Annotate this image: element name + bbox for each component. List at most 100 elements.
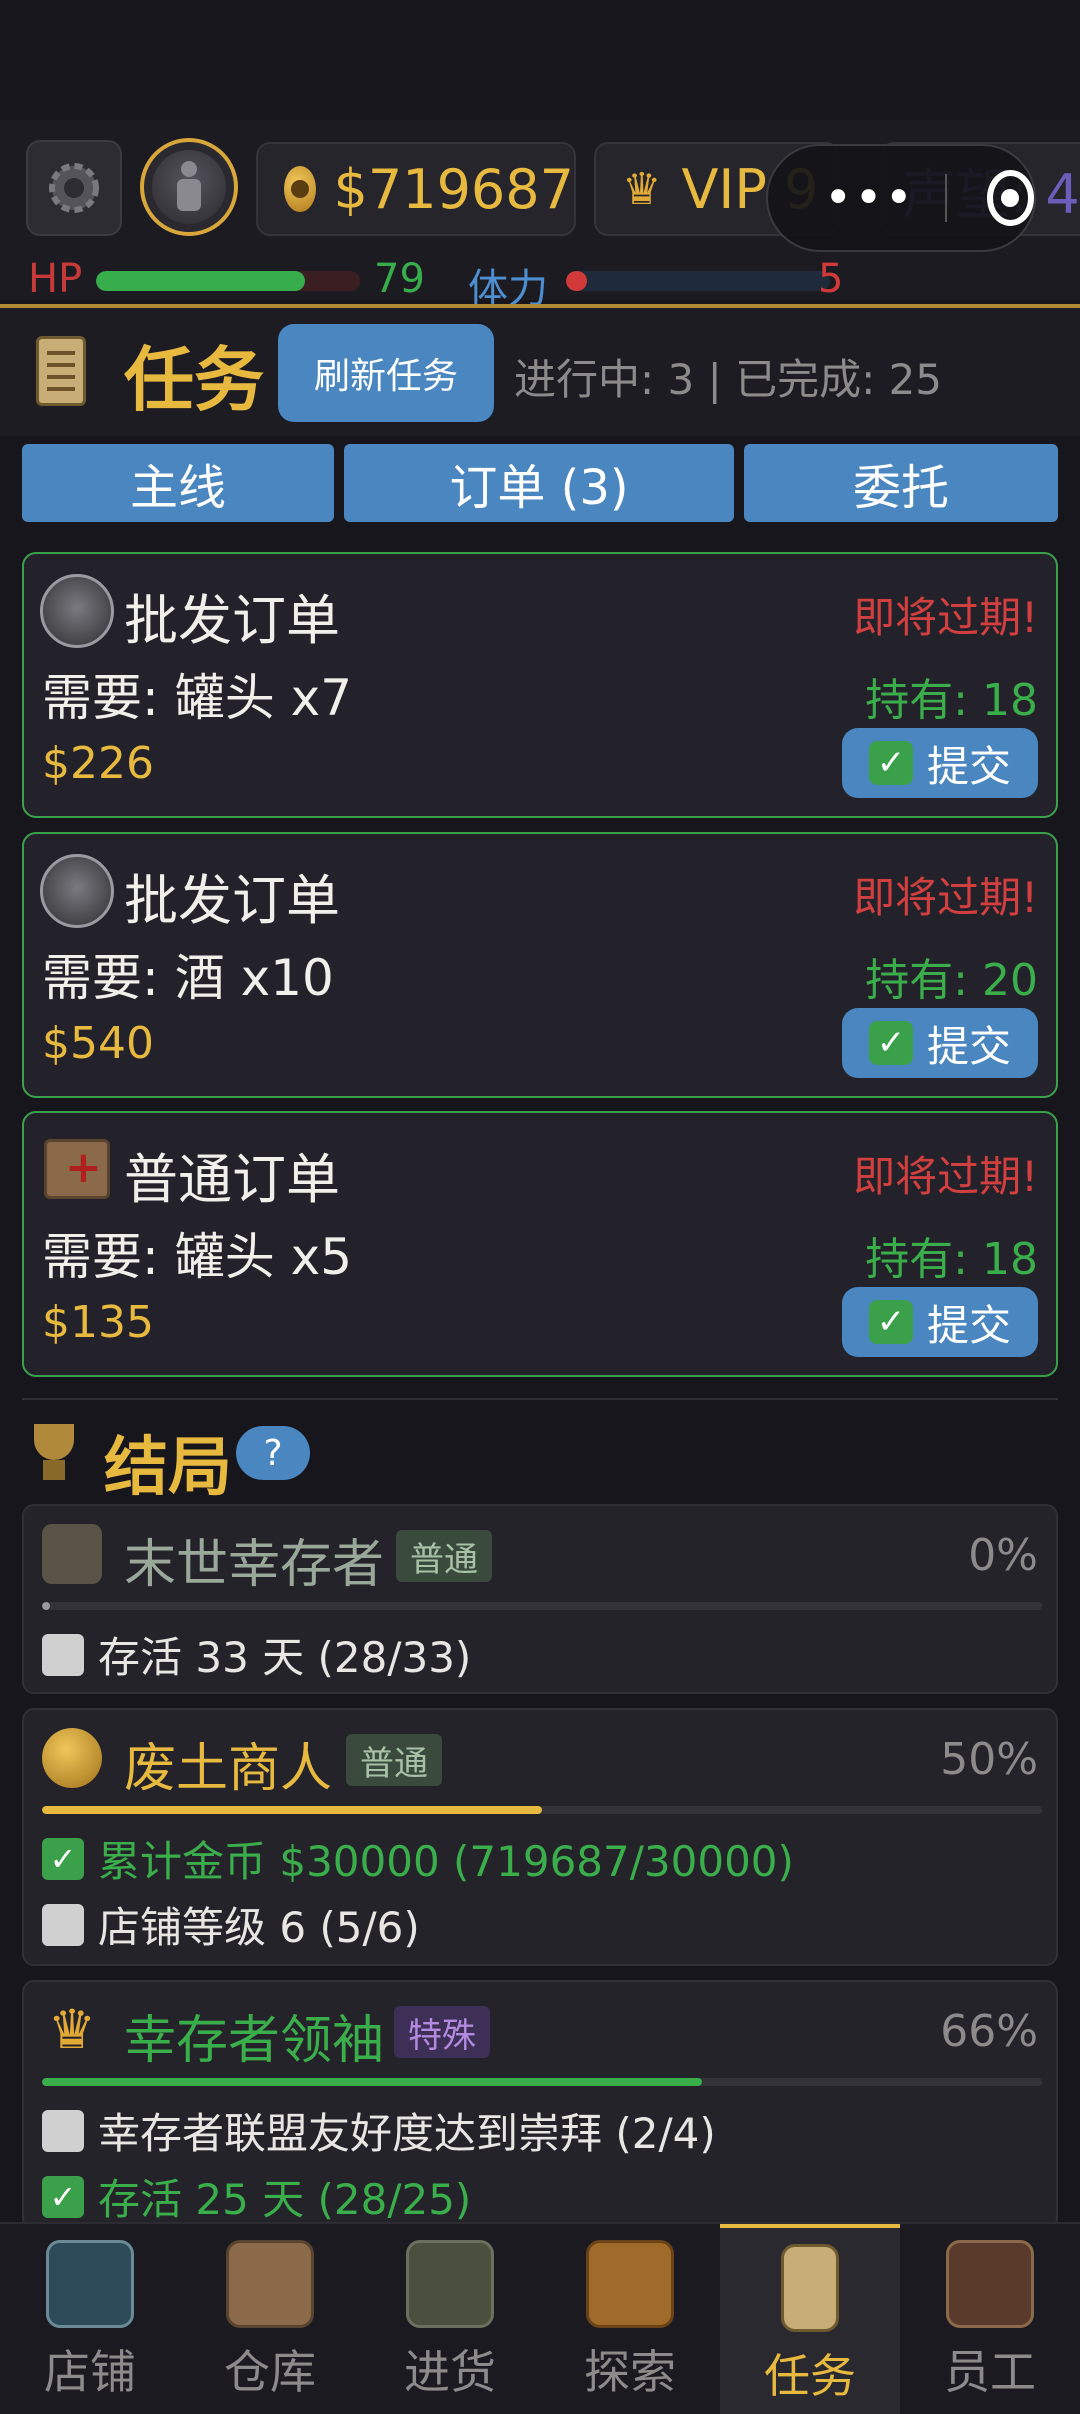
nav-label: 探索	[584, 2345, 676, 2399]
submit-order-button[interactable]: ✓ 提交	[842, 728, 1038, 798]
task-progress-info: 进行中: 3 | 已完成: 25	[514, 355, 943, 404]
nav-item-tasks[interactable]: 任务	[720, 2224, 900, 2414]
unchecked-box-icon	[42, 1633, 84, 1676]
stamina-bar-fill	[566, 271, 588, 291]
ending-progress-fill	[42, 1806, 542, 1814]
nav-label: 任务	[764, 2349, 856, 2403]
page-title: 任务	[124, 339, 264, 421]
nav-item-explore[interactable]: 探索	[540, 2224, 720, 2414]
checkmark-icon: ✓	[868, 1300, 913, 1344]
order-inventory: 持有: 18	[865, 675, 1038, 726]
task-scroll-icon	[36, 336, 86, 406]
refresh-tasks-button[interactable]: 刷新任务	[278, 324, 494, 422]
miniapp-capsule: •••	[766, 144, 1036, 252]
cart-icon	[40, 854, 114, 928]
stamina-bar	[566, 271, 830, 291]
submit-label: 提交	[926, 1300, 1011, 1350]
order-reward: $226	[42, 738, 154, 789]
status-bar	[0, 0, 1080, 120]
order-reward: $135	[42, 1297, 154, 1348]
tab-commissions[interactable]: 委托	[744, 444, 1058, 522]
ending-requirement: 幸存者联盟友好度达到崇拜 (2/4)	[42, 2100, 716, 2161]
hp-label: HP	[28, 256, 83, 302]
crate-icon	[44, 1139, 110, 1199]
ending-name: 末世幸存者	[124, 1535, 385, 1595]
crown-icon: ♛	[47, 1998, 97, 2061]
order-requirement: 需要: 罐头 x5	[42, 1228, 353, 1286]
help-button[interactable]: ?	[236, 1426, 310, 1480]
warehouse-icon	[226, 2240, 314, 2328]
order-inventory: 持有: 18	[865, 1234, 1038, 1285]
nav-item-staff[interactable]: 员工	[900, 2224, 1080, 2414]
tab-orders[interactable]: 订单 (3)	[344, 444, 734, 522]
order-expire-status: 即将过期!	[853, 873, 1038, 922]
submit-label: 提交	[926, 1021, 1011, 1071]
stamina-value: 5	[818, 256, 844, 302]
survivor-avatar-icon	[152, 150, 226, 224]
player-avatar[interactable]	[140, 138, 238, 236]
submit-order-button[interactable]: ✓ 提交	[842, 1287, 1038, 1357]
order-reward: $540	[42, 1018, 154, 1069]
shop-icon	[46, 2240, 134, 2328]
requirement-text: 累计金币 $30000 (719687/30000)	[98, 1837, 794, 1886]
ending-card: 末世幸存者 普通 0% 存活 33 天 (28/33)	[22, 1504, 1058, 1694]
order-requirement: 需要: 罐头 x7	[42, 669, 353, 727]
gear-icon	[49, 163, 99, 213]
stats-row: HP 79 体力 5	[28, 256, 1078, 312]
order-expire-status: 即将过期!	[853, 593, 1038, 642]
truck-icon	[406, 2240, 494, 2328]
money-amount: $719687	[333, 157, 575, 221]
ending-progress-bar	[42, 1602, 1042, 1610]
order-title: 普通订单	[124, 1148, 340, 1211]
ending-requirement: 店铺等级 6 (5/6)	[42, 1894, 420, 1955]
nav-item-shop[interactable]: 店铺	[0, 2224, 180, 2414]
cart-icon	[40, 574, 114, 648]
ending-percent: 66%	[940, 2006, 1038, 2057]
task-scroll-icon	[781, 2244, 839, 2332]
hp-value: 79	[374, 256, 425, 302]
requirement-text: 店铺等级 6 (5/6)	[98, 1903, 420, 1952]
submit-order-button[interactable]: ✓ 提交	[842, 1008, 1038, 1078]
ending-name: 废土商人	[124, 1739, 333, 1799]
section-divider	[22, 1398, 1058, 1400]
map-icon	[586, 2240, 674, 2328]
requirement-text: 存活 33 天 (28/33)	[98, 1633, 472, 1682]
nav-label: 员工	[944, 2345, 1036, 2399]
ending-progress-bar	[42, 2078, 1042, 2086]
checkmark-icon: ✓	[868, 1021, 913, 1065]
nav-item-warehouse[interactable]: 仓库	[180, 2224, 360, 2414]
checked-box-icon: ✓	[42, 1837, 84, 1880]
nav-label: 进货	[404, 2345, 496, 2399]
unchecked-box-icon	[42, 2109, 84, 2152]
ending-progress-fill	[42, 1602, 50, 1610]
more-menu-button[interactable]: •••	[824, 170, 915, 226]
order-card: 批发订单 即将过期! 需要: 罐头 x7 持有: 18 $226 ✓ 提交	[22, 552, 1058, 818]
ending-name: 幸存者领袖	[124, 2011, 385, 2071]
ending-progress-bar	[42, 1806, 1042, 1814]
money-display: $719687	[256, 142, 576, 236]
ending-percent: 50%	[940, 1734, 1038, 1785]
order-title: 批发订单	[124, 869, 340, 932]
requirement-text: 存活 25 天 (28/25)	[98, 2175, 472, 2224]
ending-requirement: 存活 33 天 (28/33)	[42, 1624, 471, 1685]
checkmark-icon: ✓	[868, 741, 913, 785]
order-card: 普通订单 即将过期! 需要: 罐头 x5 持有: 18 $135 ✓ 提交	[22, 1111, 1058, 1377]
order-card: 批发订单 即将过期! 需要: 酒 x10 持有: 20 $540 ✓ 提交	[22, 832, 1058, 1098]
order-inventory: 持有: 20	[865, 955, 1038, 1006]
order-expire-status: 即将过期!	[853, 1152, 1038, 1201]
skull-coin-icon	[284, 166, 316, 212]
staff-icon	[946, 2240, 1034, 2328]
ending-card: 废土商人 普通 50% ✓ 累计金币 $30000 (719687/30000)…	[22, 1708, 1058, 1966]
close-miniapp-icon[interactable]	[986, 170, 1034, 226]
skull-coin-icon	[42, 1728, 102, 1788]
ending-progress-fill	[42, 2078, 702, 2086]
ending-requirement: ✓ 累计金币 $30000 (719687/30000)	[42, 1828, 794, 1889]
nav-label: 仓库	[224, 2345, 316, 2399]
nav-item-restock[interactable]: 进货	[360, 2224, 540, 2414]
settings-button[interactable]	[26, 140, 122, 236]
ending-requirement: ✓ 存活 25 天 (28/25)	[42, 2166, 471, 2227]
ending-tag: 特殊	[394, 2006, 490, 2058]
tab-main-quest[interactable]: 主线	[22, 444, 334, 522]
crown-icon: ♛	[622, 163, 662, 215]
order-requirement: 需要: 酒 x10	[42, 949, 334, 1007]
